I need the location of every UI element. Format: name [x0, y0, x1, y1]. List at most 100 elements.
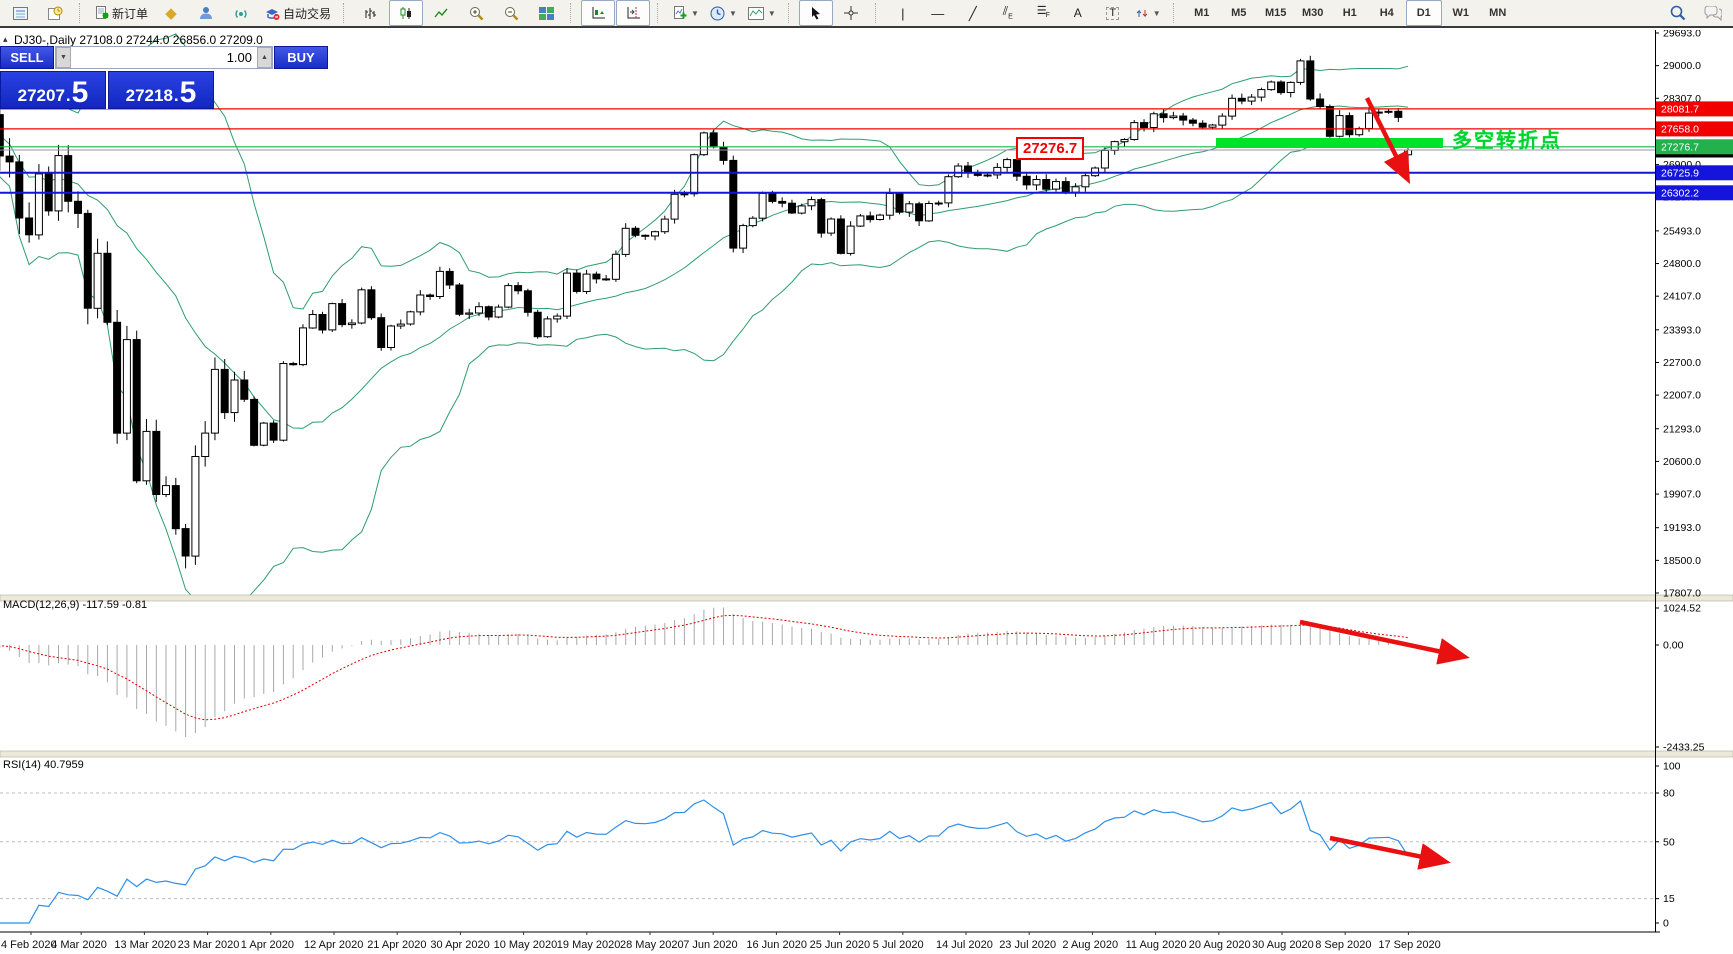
candle-down: [427, 295, 434, 297]
chart-shift-button[interactable]: [616, 0, 650, 26]
candle-down: [1307, 61, 1314, 99]
candle-down: [593, 274, 600, 279]
candle-down: [1278, 82, 1285, 93]
candle-up: [1121, 140, 1128, 142]
tile-windows-button[interactable]: [529, 0, 563, 26]
date-label: 4 Feb 2020: [1, 939, 57, 951]
sell-price-dot: .: [66, 87, 71, 106]
date-label: 2 Aug 2020: [1062, 939, 1118, 951]
timeframe-m5-button[interactable]: M5: [1221, 0, 1257, 26]
arrows-tool-button[interactable]: ▼: [1131, 0, 1166, 26]
candle-up: [1268, 82, 1275, 90]
candle-down: [1189, 120, 1196, 123]
timeframe-d1-button[interactable]: D1: [1406, 0, 1442, 26]
candle-up: [877, 215, 884, 219]
zoom-in-button[interactable]: [459, 0, 493, 26]
search-button[interactable]: [1661, 0, 1695, 26]
candlestick-chart-button[interactable]: [389, 0, 423, 26]
volume-decrease-button[interactable]: ▼: [56, 47, 71, 68]
candle-up: [1287, 82, 1294, 92]
channel-tool-button[interactable]: ⫽E: [991, 0, 1025, 26]
zoom-out-button[interactable]: [494, 0, 528, 26]
auto-trading-button[interactable]: 自动交易: [259, 0, 336, 26]
templates-button[interactable]: ▼: [743, 0, 781, 26]
candle-down: [378, 318, 385, 348]
text-tool-button[interactable]: A: [1061, 0, 1095, 26]
candle-down: [182, 529, 189, 556]
buy-button[interactable]: BUY: [274, 46, 328, 69]
sell-button[interactable]: SELL: [0, 46, 54, 69]
horizontal-line-tool-button[interactable]: —: [921, 0, 955, 26]
candle-up: [700, 133, 707, 155]
date-label: 11 Aug 2020: [1126, 939, 1187, 951]
candlestick-chart-icon: [399, 6, 413, 20]
text-label-tool-button[interactable]: T: [1096, 0, 1130, 26]
price-chart-canvas[interactable]: 29693.029000.028307.027593.026900.026207…: [0, 30, 1733, 954]
dropdown-caret-icon: ▼: [691, 9, 699, 18]
navigator-button[interactable]: [189, 0, 223, 26]
pivot-point-label[interactable]: 多空转折点: [1452, 124, 1562, 153]
volume-stepper: ▼ ▲: [55, 46, 273, 69]
metaeditor-button[interactable]: ◆: [154, 0, 188, 26]
trendline-tool-button[interactable]: ╱: [956, 0, 990, 26]
candle-up: [309, 315, 316, 329]
candle-down: [65, 156, 72, 202]
market-watch-button[interactable]: [3, 0, 37, 26]
bar-chart-button[interactable]: [354, 0, 388, 26]
candle-down: [1043, 180, 1050, 190]
candle-up: [1131, 123, 1138, 140]
line-chart-icon: [434, 6, 448, 20]
timeframe-m15-button[interactable]: M15: [1258, 0, 1294, 26]
volume-input[interactable]: [71, 47, 257, 68]
rsi-axis-label: 0: [1663, 918, 1669, 930]
cursor-tool-button[interactable]: [799, 0, 833, 26]
sell-price-box[interactable]: 27207 . 5: [0, 71, 106, 109]
pane-splitter[interactable]: [0, 751, 1733, 757]
candle-down: [720, 147, 727, 160]
candle-down: [515, 286, 522, 291]
chat-button[interactable]: [1696, 0, 1730, 26]
candle-up: [260, 423, 267, 445]
volume-increase-button[interactable]: ▲: [257, 47, 272, 68]
candle-up: [1248, 97, 1255, 101]
timeframe-h1-button[interactable]: H1: [1332, 0, 1368, 26]
data-window-icon: [48, 6, 63, 20]
auto-scroll-button[interactable]: [581, 0, 615, 26]
date-label: 1 Apr 2020: [241, 939, 294, 951]
level-price-tag-text: 27658.0: [1661, 123, 1699, 135]
buy-price-box[interactable]: 27218 . 5: [108, 71, 214, 109]
pivot-zone-bar[interactable]: [1216, 138, 1443, 148]
line-chart-button[interactable]: [424, 0, 458, 26]
crosshair-tool-button[interactable]: [834, 0, 868, 26]
candle-up: [202, 433, 209, 456]
timeframe-mn-button[interactable]: MN: [1480, 0, 1516, 26]
candle-down: [632, 228, 639, 235]
candle-up: [1209, 125, 1216, 127]
candle-up: [955, 166, 962, 177]
timeframe-m30-button[interactable]: M30: [1295, 0, 1331, 26]
candle-down: [1180, 116, 1187, 120]
vertical-line-tool-button[interactable]: |: [886, 0, 920, 26]
candle-up: [1385, 111, 1392, 112]
auto-trading-icon: [264, 6, 280, 20]
candle-up: [564, 273, 571, 316]
timeframe-m1-button[interactable]: M1: [1184, 0, 1220, 26]
zoom-out-icon: [504, 6, 519, 21]
new-order-button[interactable]: 新订单: [90, 0, 153, 26]
pane-splitter[interactable]: [0, 595, 1733, 601]
fibonacci-tool-button[interactable]: ☰F: [1026, 0, 1060, 26]
candle-down: [710, 133, 717, 147]
price-axis-label: 24107.0: [1663, 291, 1701, 303]
candle-down: [573, 273, 580, 291]
price-callout-box[interactable]: 27276.7: [1016, 137, 1084, 160]
periods-button[interactable]: ▼: [705, 0, 742, 26]
candle-down: [26, 218, 33, 235]
data-window-button[interactable]: [38, 0, 72, 26]
date-label: 10 May 2020: [494, 939, 558, 951]
candle-down: [153, 431, 160, 494]
timeframe-h4-button[interactable]: H4: [1369, 0, 1405, 26]
add-indicator-button[interactable]: ▼: [668, 0, 704, 26]
candle-up: [925, 204, 932, 221]
timeframe-w1-button[interactable]: W1: [1443, 0, 1479, 26]
signals-button[interactable]: [224, 0, 258, 26]
